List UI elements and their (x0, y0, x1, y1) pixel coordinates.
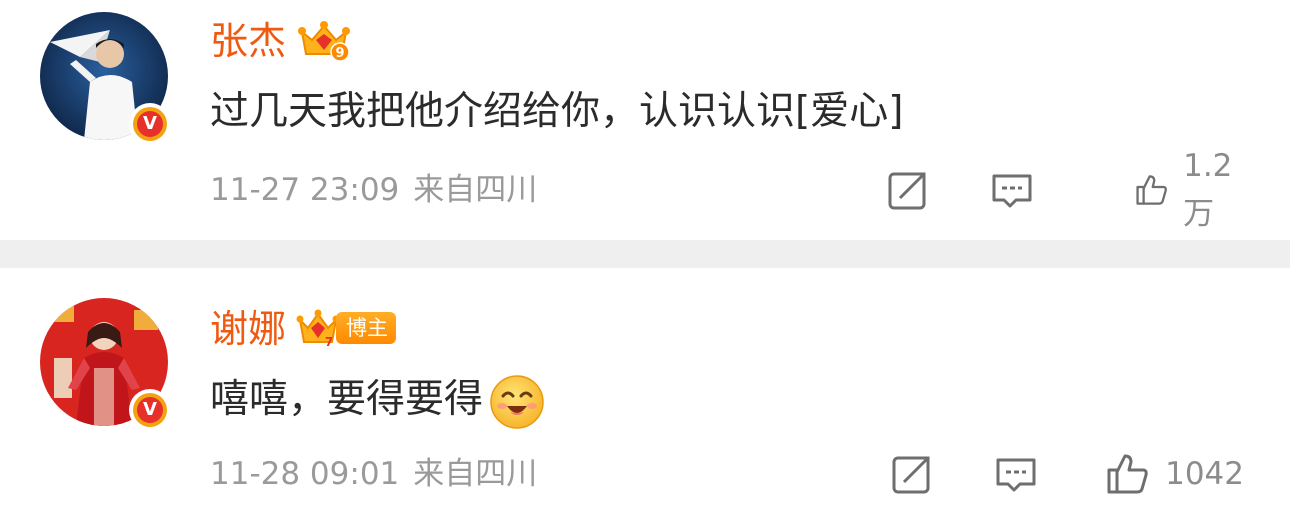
comment-location: 来自四川 (413, 456, 538, 492)
verified-v-icon: V (129, 389, 171, 431)
like-count: 1.2万 (1183, 148, 1233, 232)
avatar[interactable]: V (40, 12, 171, 145)
crown-level-icon: 7 (296, 309, 340, 349)
username[interactable]: 谢娜 (210, 304, 286, 354)
comment-text-body: 嘻嘻，要得要得 (210, 377, 484, 422)
crown-level-icon[interactable]: 9 (296, 18, 352, 62)
comment-location: 来自四川 (413, 172, 538, 208)
like-count: 1042 (1165, 456, 1244, 492)
comment-time: 11-28 09:01 (210, 456, 400, 492)
level-number: 9 (335, 46, 344, 61)
verified-v-icon: V (129, 103, 171, 145)
username[interactable]: 张杰 (210, 16, 286, 66)
comment-text-body: 过几天我把他介绍给你，认识认识[爱心] (210, 89, 904, 134)
comment-icon (996, 458, 1036, 492)
repost-icon (888, 172, 926, 210)
like-button[interactable]: 1042 (1103, 450, 1244, 498)
comment-text: 过几天我把他介绍给你，认识认识[爱心] (210, 84, 903, 140)
comment-meta: 11-28 09:01 来自四川 (210, 452, 537, 496)
thumbs-up-icon (1107, 454, 1148, 494)
comment-button[interactable] (994, 450, 1038, 498)
blogger-badge[interactable]: 7 博主 (296, 306, 396, 350)
comment-item: V 谢娜 7 博主 嘻嘻，要得要得 11-28 09:01 来自四川 1042 (0, 268, 1290, 508)
comment-time: 11-27 23:09 (210, 172, 400, 208)
level-number: 7 (325, 335, 333, 349)
blogger-tag: 博主 (336, 312, 396, 344)
comment-button[interactable] (990, 166, 1034, 214)
comment-icon (992, 174, 1032, 208)
comment-meta: 11-27 23:09 来自四川 (210, 168, 537, 212)
avatar[interactable]: V (40, 298, 171, 431)
comment-text: 嘻嘻，要得要得 (210, 372, 545, 430)
grinning-face-emoji (489, 374, 545, 430)
comment-divider (0, 240, 1290, 268)
comment-item: V 张杰 9 过几天我把他介绍给你，认识认识[爱心] 11-27 23:09 来自… (0, 0, 1290, 240)
repost-button[interactable] (886, 166, 930, 214)
thumbs-up-icon (1136, 175, 1167, 205)
like-button[interactable]: 1.2万 (1133, 148, 1244, 232)
repost-icon (892, 456, 930, 494)
repost-button[interactable] (890, 450, 934, 498)
